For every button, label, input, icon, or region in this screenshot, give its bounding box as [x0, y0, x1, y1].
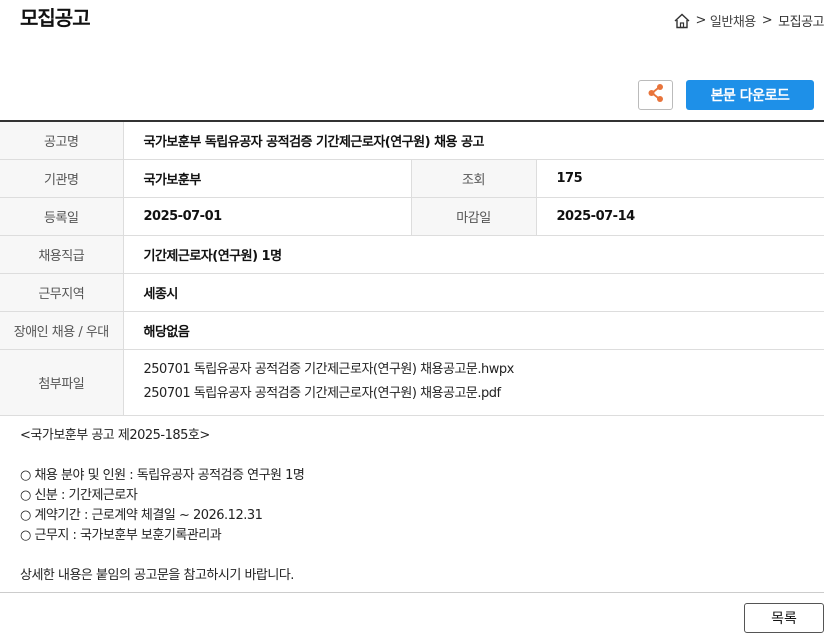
- notice-title-label: 공고명: [0, 121, 124, 160]
- breadcrumb-separator: >: [761, 13, 773, 28]
- page-title: 모집공고: [20, 6, 91, 30]
- registered-date-label: 등록일: [0, 197, 124, 236]
- attachments-list: 250701 독립유공자 공적검증 기간제근로자(연구원) 채용공고문.hwpx…: [123, 349, 824, 416]
- share-button[interactable]: [638, 80, 673, 110]
- body-line: ○ 근무지 : 국가보훈부 보훈기록관리과: [20, 528, 222, 543]
- attachment-link-hwpx[interactable]: 250701 독립유공자 공적검증 기간제근로자(연구원) 채용공고문.hwpx: [144, 358, 805, 382]
- position-value: 기간제근로자(연구원) 1명: [123, 235, 824, 274]
- table-row: 근무지역 세종시: [0, 273, 824, 312]
- agency-label: 기관명: [0, 159, 124, 198]
- home-icon[interactable]: [673, 12, 691, 30]
- disability-value: 해당없음: [123, 311, 824, 350]
- attachments-label: 첨부파일: [0, 349, 124, 416]
- body-line: 상세한 내용은 붙임의 공고문을 참고하시기 바랍니다.: [20, 568, 294, 583]
- breadcrumb-item-general-hiring[interactable]: 일반채용: [710, 11, 756, 30]
- divider: [0, 592, 824, 593]
- disability-label: 장애인 채용 / 우대: [0, 311, 124, 350]
- table-row: 등록일 2025-07-01 마감일 2025-07-14: [0, 197, 824, 236]
- deadline-value: 2025-07-14: [536, 197, 824, 236]
- views-label: 조회: [410, 159, 537, 198]
- breadcrumb-item-recruitment[interactable]: 모집공고: [778, 11, 824, 30]
- download-content-button[interactable]: 본문 다운로드: [686, 80, 814, 110]
- notice-body: <국가보훈부 공고 제2025-185호> ○ 채용 분야 및 인원 : 독립유…: [20, 426, 305, 586]
- breadcrumb-separator: >: [695, 13, 707, 28]
- attachment-link-pdf[interactable]: 250701 독립유공자 공적검증 기간제근로자(연구원) 채용공고문.pdf: [144, 382, 805, 406]
- body-line: ○ 계약기간 : 근로계약 체결일 ~ 2026.12.31: [20, 508, 263, 523]
- views-value: 175: [536, 159, 824, 198]
- table-row: 공고명 국가보훈부 독립유공자 공적검증 기간제근로자(연구원) 채용 공고: [0, 121, 824, 160]
- deadline-label: 마감일: [410, 197, 537, 236]
- position-label: 채용직급: [0, 235, 124, 274]
- share-icon: [647, 83, 665, 107]
- agency-value: 국가보훈부: [123, 159, 411, 198]
- table-row: 장애인 채용 / 우대 해당없음: [0, 311, 824, 350]
- body-line: ○ 채용 분야 및 인원 : 독립유공자 공적검증 연구원 1명: [20, 468, 305, 483]
- body-line: ○ 신분 : 기간제근로자: [20, 488, 138, 503]
- notice-info-table: 공고명 국가보훈부 독립유공자 공적검증 기간제근로자(연구원) 채용 공고 기…: [0, 120, 824, 416]
- location-value: 세종시: [123, 273, 824, 312]
- notice-title-value: 국가보훈부 독립유공자 공적검증 기간제근로자(연구원) 채용 공고: [123, 121, 824, 160]
- location-label: 근무지역: [0, 273, 124, 312]
- breadcrumb: > 일반채용 > 모집공고: [673, 11, 824, 30]
- list-button[interactable]: 목록: [744, 603, 824, 633]
- table-row: 기관명 국가보훈부 조회 175: [0, 159, 824, 198]
- table-row: 채용직급 기간제근로자(연구원) 1명: [0, 235, 824, 274]
- table-row: 첨부파일 250701 독립유공자 공적검증 기간제근로자(연구원) 채용공고문…: [0, 349, 824, 416]
- registered-date-value: 2025-07-01: [123, 197, 411, 236]
- notice-number: <국가보훈부 공고 제2025-185호>: [20, 428, 210, 443]
